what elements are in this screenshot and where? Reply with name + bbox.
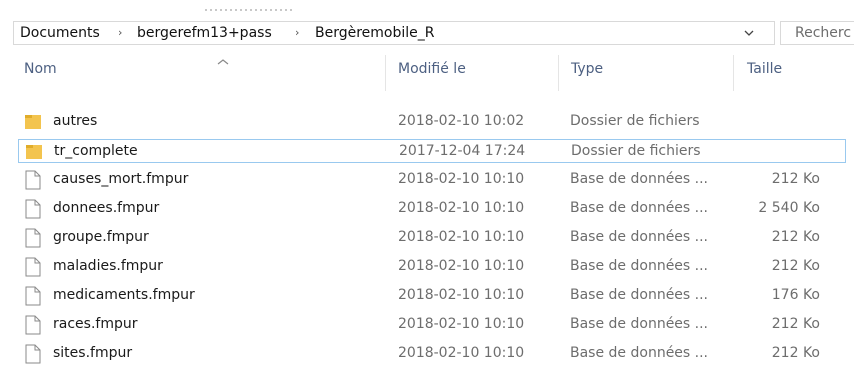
file-modified: 2017-12-04 17:24 [399,143,526,159]
file-row[interactable]: maladies.fmpur 2018-02-10 10:10 Base de do… [18,255,846,279]
file-size: 176 Ko [771,287,820,303]
file-icon [25,344,41,364]
file-name: donnees.fmpur [53,200,160,216]
file-modified: 2018-02-10 10:10 [398,345,525,361]
file-name: causes_mort.fmpur [53,171,189,187]
file-icon [25,228,41,248]
file-name: races.fmpur [53,316,138,332]
file-row[interactable]: donnees.fmpur 2018-02-10 10:10 Base de don… [18,197,846,221]
column-header-name[interactable]: Nom [24,55,57,83]
file-size: 212 Ko [771,316,820,332]
file-icon [25,257,41,277]
file-size: 212 Ko [771,229,820,245]
file-row[interactable]: medicaments.fmpur 2018-02-10 10:10 Base de… [18,284,846,308]
file-type: Base de données ... [570,287,709,303]
file-row[interactable]: sites.fmpur 2018-02-10 10:10 Base de donné… [18,342,846,366]
folder-icon [26,142,42,162]
file-name: maladies.fmpur [53,258,163,274]
breadcrumb-documents[interactable]: Documents [20,22,100,44]
file-type: Base de données ... [570,200,709,216]
search-box[interactable]: Recherc [780,21,854,45]
file-type: Dossier de fichiers [570,113,700,129]
toolbar-remnant [205,9,295,11]
file-size: 212 Ko [771,258,820,274]
search-placeholder[interactable]: Recherc [795,22,851,44]
column-divider[interactable] [558,55,559,91]
column-header-type[interactable]: Type [571,55,603,83]
file-name: tr_complete [54,143,138,159]
file-type: Base de données ... [570,345,709,361]
file-modified: 2018-02-10 10:10 [398,287,525,303]
file-row[interactable]: autres 2018-02-10 10:02 Dossier de fichier… [18,110,846,134]
window-top-strip [0,0,854,20]
breadcrumb-bergerefm13[interactable]: bergerefm13+pass [137,22,272,44]
breadcrumb-separator[interactable]: › [295,22,299,44]
file-type: Base de données ... [570,258,709,274]
file-name: autres [53,113,98,129]
file-row[interactable]: causes_mort.fmpur 2018-02-10 10:10 Base de… [18,168,846,192]
file-icon [25,315,41,335]
file-type: Base de données ... [570,229,709,245]
folder-icon [25,112,41,132]
file-name: groupe.fmpur [53,229,149,245]
file-size: 212 Ko [771,345,820,361]
file-icon [25,286,41,306]
file-modified: 2018-02-10 10:10 [398,258,525,274]
column-divider[interactable] [733,55,734,91]
file-modified: 2018-02-10 10:10 [398,171,525,187]
column-divider[interactable] [385,55,386,91]
file-modified: 2018-02-10 10:10 [398,229,525,245]
chevron-down-icon[interactable] [742,24,756,42]
breadcrumb-bergeremobile[interactable]: Bergèremobile_R [315,22,435,44]
file-modified: 2018-02-10 10:10 [398,316,525,332]
column-header-size[interactable]: Taille [747,55,782,83]
file-type: Base de données ... [570,171,709,187]
file-size: 212 Ko [771,171,820,187]
sort-up-icon [217,59,229,65]
file-type: Base de données ... [570,316,709,332]
file-row[interactable]: tr_complete 2017-12-04 17:24 Dossier de fi… [18,139,846,163]
file-name: sites.fmpur [53,345,133,361]
breadcrumb-separator[interactable]: › [118,22,122,44]
file-modified: 2018-02-10 10:10 [398,200,525,216]
file-row[interactable]: groupe.fmpur 2018-02-10 10:10 Base de donn… [18,226,846,250]
file-icon [25,199,41,219]
column-header-modified[interactable]: Modifié le [398,55,466,83]
file-size: 2 540 Ko [758,200,820,216]
file-icon [25,170,41,190]
file-modified: 2018-02-10 10:02 [398,113,525,129]
file-row[interactable]: races.fmpur 2018-02-10 10:10 Base de donné… [18,313,846,337]
address-bar[interactable]: Documents › bergerefm13+pass › Bergèremo… [13,21,775,45]
file-name: medicaments.fmpur [53,287,195,303]
file-type: Dossier de fichiers [571,143,701,159]
